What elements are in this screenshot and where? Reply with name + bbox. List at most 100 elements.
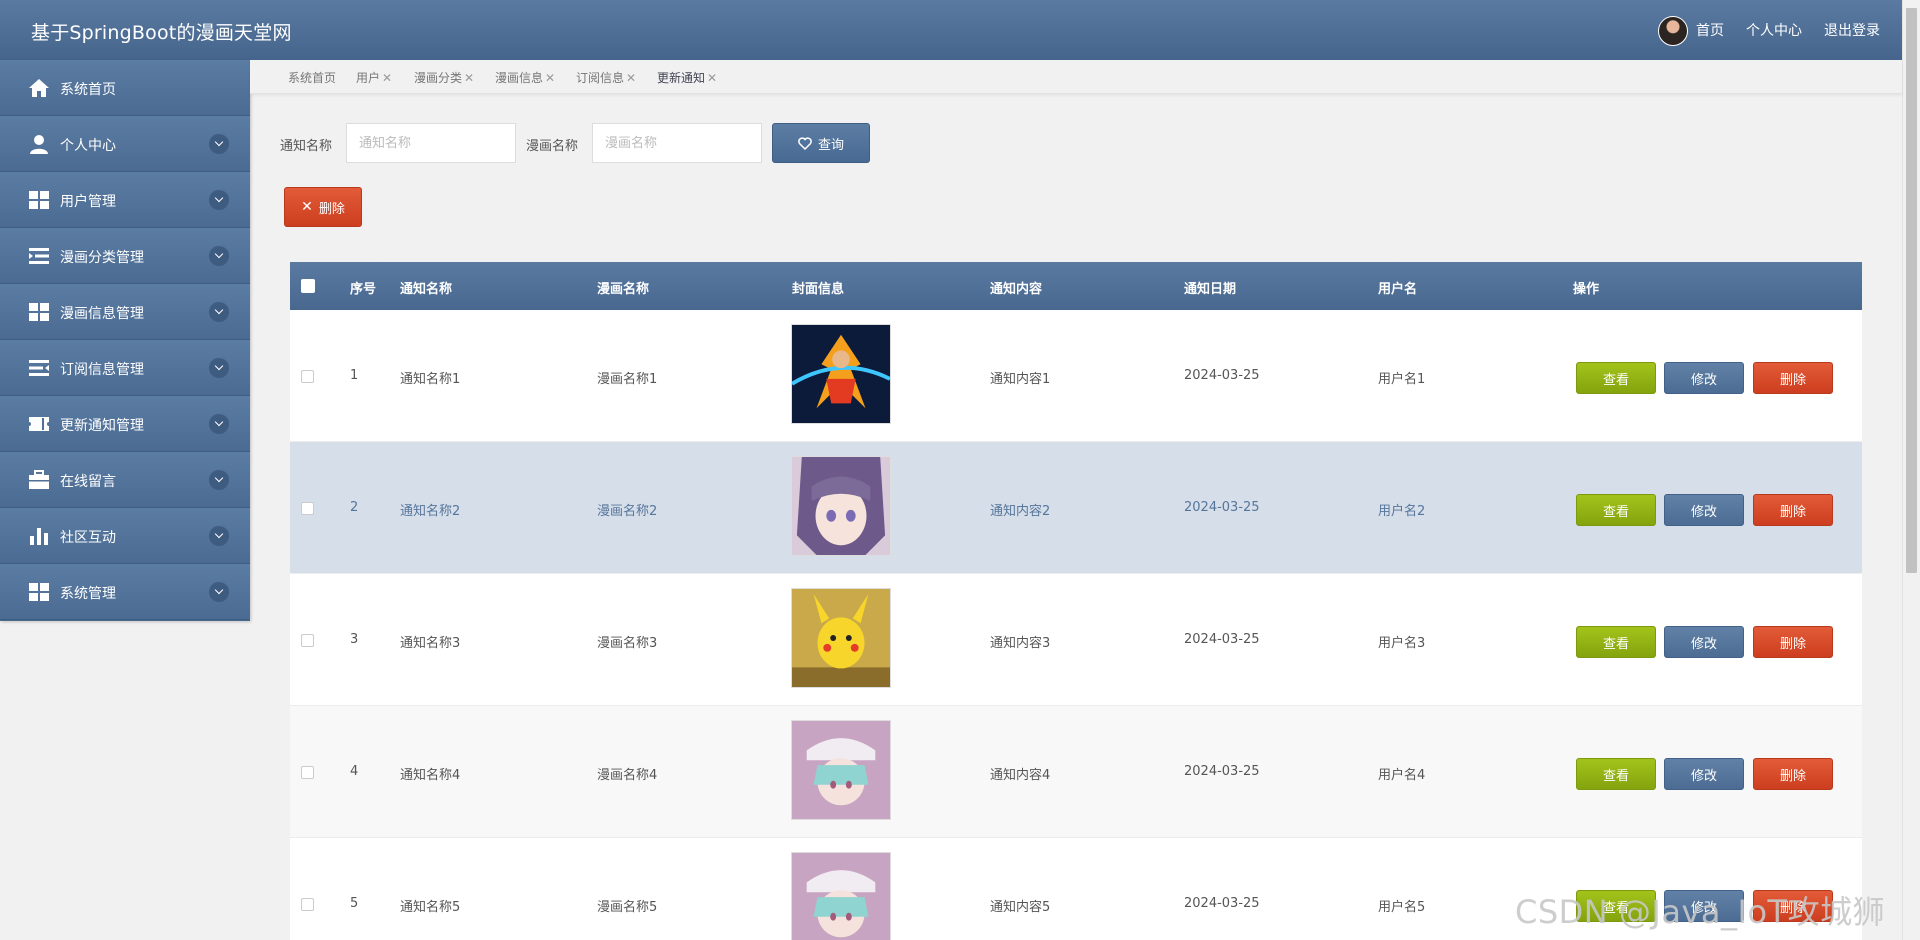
notice-content-cell: 通知内容5: [990, 900, 1051, 915]
tab-label: 漫画分类: [414, 71, 463, 85]
row-checkbox[interactable]: [301, 766, 314, 779]
sidebar-item-label: 系统管理: [60, 586, 116, 602]
delete-button[interactable]: 删除: [1753, 626, 1833, 658]
notice-name-cell: 通知名称3: [400, 636, 461, 651]
notice-date-cell: 2024-03-25: [1184, 764, 1260, 779]
row-index: 2: [350, 500, 359, 515]
cover-image[interactable]: [791, 852, 891, 940]
chevron-down-icon[interactable]: [209, 582, 229, 602]
vertical-scrollbar[interactable]: [1902, 0, 1920, 940]
close-icon[interactable]: ✕: [707, 71, 717, 85]
chevron-down-icon[interactable]: [209, 302, 229, 322]
notice-name-input[interactable]: [346, 123, 516, 163]
row-checkbox[interactable]: [301, 502, 314, 515]
query-button[interactable]: 查询: [772, 123, 870, 163]
close-icon[interactable]: ✕: [464, 71, 474, 85]
view-button[interactable]: 查看: [1576, 758, 1656, 790]
table-row: 1 通知名称1 漫画名称1 通知内容1 2024-03-25 用户名1 查看 修…: [290, 310, 1862, 442]
comic-name-cell: 漫画名称1: [597, 372, 658, 387]
column-header: 漫画名称: [597, 282, 650, 297]
row-index: 5: [350, 896, 359, 911]
delete-button[interactable]: 删除: [1753, 362, 1833, 394]
nav-logout-link[interactable]: 退出登录: [1824, 20, 1880, 40]
column-header: 序号: [350, 282, 377, 297]
view-button[interactable]: 查看: [1576, 494, 1656, 526]
chevron-down-icon[interactable]: [209, 134, 229, 154]
edit-button[interactable]: 修改: [1664, 626, 1744, 658]
tab-home[interactable]: 系统首页: [288, 69, 336, 86]
view-button[interactable]: 查看: [1576, 362, 1656, 394]
sidebar: 系统首页 个人中心 用户管理 漫画分类管理 漫画信息管理 订阅信息管理 更新通知…: [0, 60, 250, 621]
table-header: 序号 通知名称 漫画名称 封面信息 通知内容 通知日期 用户名 操作: [290, 262, 1862, 310]
notice-name-cell: 通知名称5: [400, 900, 461, 915]
row-checkbox[interactable]: [301, 898, 314, 911]
tab-update-notice[interactable]: 更新通知 ✕: [657, 69, 717, 86]
chevron-down-icon[interactable]: [209, 358, 229, 378]
notice-content-cell: 通知内容2: [990, 504, 1051, 519]
chevron-down-icon[interactable]: [209, 190, 229, 210]
sidebar-item-subscription[interactable]: 订阅信息管理: [0, 340, 250, 396]
sidebar-item-update-notice[interactable]: 更新通知管理: [0, 396, 250, 452]
notice-content-cell: 通知内容4: [990, 768, 1051, 783]
row-checkbox[interactable]: [301, 634, 314, 647]
notice-content-cell: 通知内容3: [990, 636, 1051, 651]
notice-name-cell: 通知名称2: [400, 504, 461, 519]
edit-button[interactable]: 修改: [1664, 362, 1744, 394]
sidebar-item-label: 漫画分类管理: [60, 250, 144, 266]
delete-button[interactable]: 删除: [1753, 758, 1833, 790]
select-all-checkbox[interactable]: [301, 279, 315, 293]
cover-image[interactable]: [791, 588, 891, 688]
tab-label: 用户: [356, 71, 381, 85]
sidebar-item-community[interactable]: 社区互动: [0, 508, 250, 564]
view-button[interactable]: 查看: [1576, 626, 1656, 658]
nav-home-link[interactable]: 首页: [1696, 20, 1724, 40]
sidebar-item-messages[interactable]: 在线留言: [0, 452, 250, 508]
comic-name-cell: 漫画名称2: [597, 504, 658, 519]
notice-name-cell: 通知名称1: [400, 372, 461, 387]
nav-profile-link[interactable]: 个人中心: [1746, 20, 1802, 40]
sidebar-item-system[interactable]: 系统管理: [0, 564, 250, 620]
close-icon[interactable]: ✕: [626, 71, 636, 85]
batch-delete-button[interactable]: ✕ 删除: [284, 187, 362, 227]
tab-subscription[interactable]: 订阅信息 ✕: [576, 69, 636, 86]
sidebar-item-profile[interactable]: 个人中心: [0, 116, 250, 172]
table-row: 3 通知名称3 漫画名称3 通知内容3 2024-03-25 用户名3 查看 修…: [290, 574, 1862, 706]
edit-button[interactable]: 修改: [1664, 758, 1744, 790]
username-cell: 用户名1: [1378, 372, 1426, 387]
chevron-down-icon[interactable]: [209, 414, 229, 434]
query-button-label: 查询: [817, 137, 844, 153]
close-icon[interactable]: ✕: [382, 71, 392, 85]
tab-bar: 系统首页 用户 ✕ 漫画分类 ✕ 漫画信息 ✕ 订阅信息 ✕ 更新通知 ✕: [250, 60, 1902, 94]
avatar[interactable]: [1658, 16, 1688, 46]
sidebar-item-label: 用户管理: [60, 194, 116, 210]
notice-table: 序号 通知名称 漫画名称 封面信息 通知内容 通知日期 用户名 操作 1 通知名…: [290, 262, 1862, 940]
sidebar-item-home[interactable]: 系统首页: [0, 60, 250, 116]
delete-button[interactable]: 删除: [1753, 494, 1833, 526]
user-icon: [30, 135, 48, 154]
table-row: 2 通知名称2 漫画名称2 通知内容2 2024-03-25 用户名2 查看 修…: [290, 442, 1862, 574]
scrollbar-thumb[interactable]: [1906, 8, 1917, 573]
username-cell: 用户名2: [1378, 504, 1426, 519]
chevron-down-icon[interactable]: [209, 526, 229, 546]
cover-image[interactable]: [791, 456, 891, 556]
ticket-icon: [29, 417, 49, 431]
tab-users[interactable]: 用户 ✕: [356, 69, 392, 86]
column-header: 通知名称: [400, 282, 453, 297]
cover-image[interactable]: [791, 720, 891, 820]
chevron-down-icon[interactable]: [209, 470, 229, 490]
delete-button-label: 删除: [318, 201, 345, 217]
comic-name-input[interactable]: [592, 123, 762, 163]
table-row: 4 通知名称4 漫画名称4 通知内容4 2024-03-25 用户名4 查看 修…: [290, 706, 1862, 838]
edit-button[interactable]: 修改: [1664, 494, 1744, 526]
sidebar-item-comic-category[interactable]: 漫画分类管理: [0, 228, 250, 284]
row-index: 3: [350, 632, 359, 647]
sidebar-item-comic-info[interactable]: 漫画信息管理: [0, 284, 250, 340]
tab-comic-category[interactable]: 漫画分类 ✕: [414, 69, 474, 86]
close-icon[interactable]: ✕: [545, 71, 555, 85]
column-header: 通知内容: [990, 282, 1043, 297]
cover-image[interactable]: [791, 324, 891, 424]
chevron-down-icon[interactable]: [209, 246, 229, 266]
tab-comic-info[interactable]: 漫画信息 ✕: [495, 69, 555, 86]
row-checkbox[interactable]: [301, 370, 314, 383]
sidebar-item-users[interactable]: 用户管理: [0, 172, 250, 228]
